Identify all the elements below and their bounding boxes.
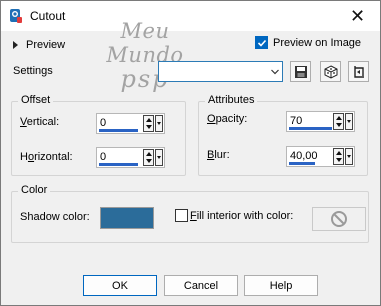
blur-value: 40,00 bbox=[290, 150, 318, 162]
opacity-spin-arrows[interactable] bbox=[333, 113, 344, 130]
opacity-slider-bar[interactable] bbox=[289, 127, 332, 130]
vertical-value: 0 bbox=[100, 117, 107, 129]
preview-label: Preview bbox=[26, 39, 66, 51]
settings-preset-dropdown[interactable] bbox=[158, 61, 283, 82]
dice-icon bbox=[324, 64, 337, 79]
randomize-button[interactable] bbox=[320, 61, 341, 82]
arrow-up-icon bbox=[146, 118, 152, 122]
blur-label: Blur: bbox=[207, 149, 230, 161]
save-preset-button[interactable] bbox=[290, 61, 311, 82]
watermark-line1: Meu Mundo bbox=[106, 19, 184, 67]
settings-label: Settings bbox=[13, 65, 53, 77]
chevron-down-icon bbox=[271, 69, 279, 75]
cancel-button[interactable]: Cancel bbox=[164, 275, 238, 296]
help-button[interactable]: Help bbox=[244, 275, 318, 296]
close-button[interactable]: ✕ bbox=[335, 1, 380, 31]
vertical-dropdown-arrow[interactable] bbox=[155, 115, 163, 132]
blur-dropdown-arrow[interactable] bbox=[345, 148, 353, 165]
fill-color-swatch[interactable] bbox=[312, 207, 366, 231]
close-icon: ✕ bbox=[349, 5, 366, 26]
arrow-down-icon bbox=[336, 158, 342, 162]
horizontal-stepper[interactable]: 0 bbox=[96, 147, 165, 168]
arrow-down-icon bbox=[336, 123, 342, 127]
horizontal-dropdown-arrow[interactable] bbox=[155, 149, 163, 166]
opacity-value: 70 bbox=[290, 115, 303, 127]
attributes-title: Attributes bbox=[205, 94, 258, 106]
blur-slider-bar[interactable] bbox=[289, 162, 315, 165]
color-title: Color bbox=[18, 184, 51, 196]
preview-expander[interactable]: Preview bbox=[13, 38, 65, 52]
ok-button[interactable]: OK bbox=[83, 275, 157, 296]
arrow-down-icon bbox=[146, 125, 152, 129]
vertical-label: Vertical: bbox=[20, 116, 60, 128]
reset-button[interactable] bbox=[348, 61, 369, 82]
arrow-up-icon bbox=[146, 152, 152, 156]
horizontal-label: Horizontal: bbox=[20, 151, 73, 163]
vertical-spin-arrows[interactable] bbox=[143, 115, 154, 132]
checkbox-unchecked-icon bbox=[175, 209, 188, 222]
opacity-stepper[interactable]: 70 bbox=[286, 111, 355, 132]
arrow-down-icon bbox=[146, 159, 152, 163]
horizontal-slider-bar[interactable] bbox=[99, 163, 138, 166]
horizontal-spin-arrows[interactable] bbox=[143, 149, 154, 166]
checkbox-checked-icon bbox=[255, 36, 268, 49]
no-color-icon bbox=[331, 211, 347, 227]
shadow-color-label: Shadow color: bbox=[20, 211, 90, 223]
fill-interior-checkbox[interactable]: Fill interior with color: bbox=[175, 209, 293, 222]
blur-stepper[interactable]: 40,00 bbox=[286, 146, 355, 167]
vertical-stepper[interactable]: 0 bbox=[96, 113, 165, 134]
opacity-label: Opacity: bbox=[207, 113, 248, 125]
blur-spin-arrows[interactable] bbox=[333, 148, 344, 165]
horizontal-value: 0 bbox=[100, 151, 107, 163]
offset-title: Offset bbox=[18, 94, 54, 106]
vertical-slider-bar[interactable] bbox=[99, 129, 138, 132]
preview-on-image-label: Preview on Image bbox=[273, 36, 362, 49]
arrow-up-icon bbox=[336, 151, 342, 155]
save-icon bbox=[294, 65, 307, 78]
shadow-color-swatch[interactable] bbox=[100, 207, 154, 229]
preview-on-image-checkbox[interactable]: Preview on Image bbox=[255, 36, 361, 49]
arrow-up-icon bbox=[336, 116, 342, 120]
opacity-dropdown-arrow[interactable] bbox=[345, 113, 353, 130]
cutout-dialog: Cutout ✕ Meu Mundo psp Preview Preview o… bbox=[0, 0, 381, 306]
app-logo-icon bbox=[10, 9, 22, 23]
expand-arrow-icon bbox=[13, 41, 18, 49]
fill-interior-label: Fill interior with color: bbox=[190, 209, 294, 222]
window-title: Cutout bbox=[30, 9, 66, 23]
reset-icon bbox=[353, 65, 364, 78]
